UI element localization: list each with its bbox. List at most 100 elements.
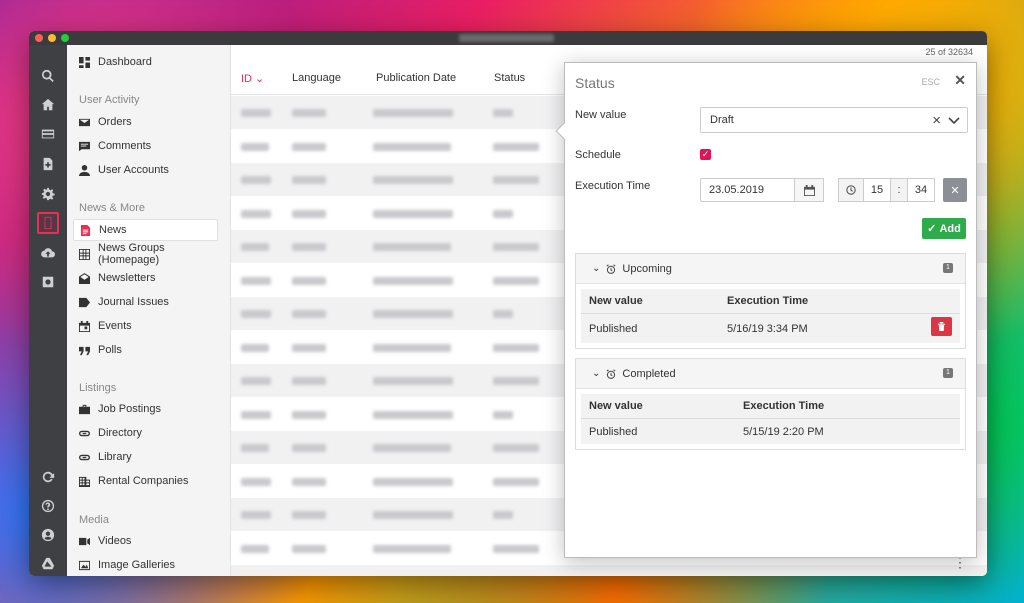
redacted-cell [292, 276, 326, 285]
redacted-cell [373, 176, 453, 184]
redacted-cell [493, 377, 539, 385]
nav-item-polls[interactable]: Polls [73, 339, 218, 361]
nav-item-news-groups[interactable]: News Groups (Homepage) [73, 242, 218, 266]
nav-item-comments[interactable]: Comments [73, 135, 218, 157]
redacted-cell [292, 444, 326, 452]
window-title-redacted [459, 34, 554, 42]
open-envelope-icon [79, 272, 90, 284]
date-input[interactable]: 23.05.2019 [700, 178, 824, 202]
upcoming-panel-header[interactable]: ⌄ Upcoming 1 [576, 254, 965, 284]
redacted-cell [292, 544, 326, 553]
link-icon [79, 454, 90, 460]
status-dialog: Status ESC ✕ New value Draft × Schedule … [555, 62, 977, 558]
redacted-cell [493, 477, 539, 486]
schedule-checkbox[interactable]: ✓ [700, 149, 711, 160]
upcoming-table-header: New value Execution Time [581, 289, 960, 314]
nav-item-newsletters[interactable]: Newsletters [73, 267, 218, 289]
redacted-cell [292, 142, 326, 151]
new-value-selected: Draft [710, 114, 734, 126]
redacted-cell [493, 544, 539, 553]
new-value-select[interactable]: Draft × [700, 107, 968, 133]
user-icon [79, 164, 90, 176]
dashboard-icon [79, 56, 90, 68]
account-circle-icon[interactable] [37, 524, 59, 546]
hour-input[interactable]: 15 [863, 178, 891, 202]
upcoming-count-badge: 1 [943, 263, 953, 273]
completed-count-badge: 1 [943, 368, 953, 378]
redacted-cell [493, 176, 539, 184]
close-window-button[interactable] [35, 34, 43, 42]
mobile-icon[interactable] [37, 212, 59, 234]
trash-icon [937, 322, 946, 331]
minimize-window-button[interactable] [48, 34, 56, 42]
clear-selection-icon[interactable]: × [932, 112, 941, 129]
upcoming-panel: ⌄ Upcoming 1 New value Execution Time Pu… [575, 253, 966, 349]
cloud-upload-icon[interactable] [37, 242, 59, 264]
redacted-cell [292, 511, 326, 519]
redacted-cell [241, 377, 271, 385]
column-header-id[interactable]: ID ⌄ [241, 72, 264, 85]
redacted-cell [373, 343, 451, 352]
redacted-cell [241, 511, 271, 519]
nav-item-job-postings[interactable]: Job Postings [73, 398, 218, 420]
redacted-cell [493, 276, 539, 285]
execution-time-label: Execution Time [575, 180, 651, 192]
comment-icon [79, 141, 90, 151]
redacted-cell [241, 477, 271, 486]
credit-card-icon[interactable] [37, 123, 59, 145]
nav-item-image-galleries[interactable]: Image Galleries [73, 554, 218, 576]
chevron-down-icon[interactable] [947, 113, 961, 127]
add-button[interactable]: ✓ Add [922, 218, 966, 239]
redacted-cell [292, 243, 326, 251]
nav-item-rental-companies[interactable]: Rental Companies [73, 470, 218, 492]
completed-panel-header[interactable]: ⌄ Completed 1 [576, 359, 965, 389]
record-count: 25 of 32634 [925, 47, 973, 57]
logo-icon[interactable] [37, 553, 59, 575]
nav-item-orders[interactable]: Orders [73, 111, 218, 133]
column-header-language[interactable]: Language [292, 72, 341, 84]
calendar-icon[interactable] [794, 178, 824, 202]
section-title-media: Media [79, 514, 109, 526]
maximize-window-button[interactable] [61, 34, 69, 42]
chevron-down-icon: ⌄ [592, 263, 601, 274]
video-icon [79, 537, 90, 545]
new-value-label: New value [575, 109, 627, 121]
column-header-publication-date[interactable]: Publication Date [376, 72, 456, 84]
nav-item-news[interactable]: News [73, 219, 218, 241]
nav-item-videos[interactable]: Videos [73, 530, 218, 552]
redacted-cell [241, 176, 271, 184]
nav-item-user-accounts[interactable]: User Accounts [73, 159, 218, 181]
alarm-clock-icon [606, 368, 616, 379]
nav-item-events[interactable]: Events [73, 315, 218, 337]
navigation-sidebar: Dashboard User Activity Orders Comments … [67, 45, 231, 576]
redacted-cell [241, 209, 271, 218]
close-icon[interactable]: ✕ [954, 72, 966, 89]
clear-time-button[interactable]: ✕ [943, 178, 967, 202]
gear-icon[interactable] [37, 183, 59, 205]
table-row[interactable] [231, 565, 987, 576]
delete-button[interactable] [931, 317, 952, 336]
nav-item-library[interactable]: Library [73, 446, 218, 468]
settings-box-icon[interactable] [37, 271, 59, 293]
redacted-cell [373, 276, 453, 285]
redacted-cell [373, 511, 453, 519]
completed-table-header: New value Execution Time [581, 394, 960, 419]
nav-item-dashboard[interactable]: Dashboard [73, 51, 218, 73]
redacted-cell [292, 310, 326, 318]
redacted-cell [493, 511, 513, 519]
minute-input[interactable]: 34 [907, 178, 935, 202]
upcoming-title: Upcoming [622, 262, 672, 275]
redacted-cell [292, 343, 326, 352]
refresh-icon[interactable] [37, 466, 59, 488]
redacted-cell [493, 243, 539, 251]
nav-item-directory[interactable]: Directory [73, 422, 218, 444]
column-header-status[interactable]: Status [494, 72, 525, 84]
search-icon[interactable] [37, 65, 59, 87]
nav-item-journal-issues[interactable]: Journal Issues [73, 291, 218, 313]
completed-panel: ⌄ Completed 1 New value Execution Time P… [575, 358, 966, 450]
home-icon[interactable] [37, 94, 59, 116]
help-circle-icon[interactable] [37, 495, 59, 517]
file-add-icon[interactable] [37, 153, 59, 175]
link-icon [79, 430, 90, 436]
redacted-cell [241, 410, 271, 419]
